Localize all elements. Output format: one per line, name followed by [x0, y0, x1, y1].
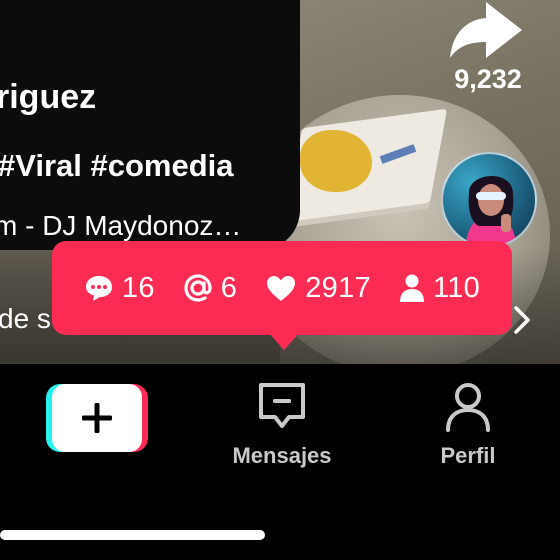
avatar-image — [465, 175, 517, 246]
stat-likes: 2917 — [265, 272, 371, 305]
create-video-button[interactable] — [46, 384, 148, 452]
nav-tab-mensajes[interactable]: Mensajes — [222, 380, 342, 469]
heart-icon — [267, 276, 296, 301]
stats-tooltip: 16 6 2917 110 — [52, 241, 512, 335]
creator-avatar[interactable] — [441, 152, 537, 248]
video-author-username[interactable]: riguez — [0, 78, 96, 117]
share-arrow-icon[interactable] — [448, 0, 524, 62]
stat-followers-value: 110 — [432, 271, 481, 304]
profile-icon — [446, 383, 490, 432]
video-flower-shape — [330, 150, 370, 186]
person-icon — [399, 274, 424, 302]
share-count: 9,232 — [454, 64, 522, 94]
nav-tab-mensajes-label: Mensajes — [232, 443, 332, 468]
stat-followers: 110 — [399, 272, 480, 305]
plus-icon — [52, 384, 142, 452]
inbox-icon — [259, 383, 305, 428]
nav-tab-perfil[interactable]: Perfil — [408, 380, 528, 469]
home-indicator-bar[interactable] — [0, 530, 265, 540]
tooltip-pointer — [268, 332, 300, 350]
nav-tab-perfil-label: Perfil — [440, 443, 496, 468]
stat-likes-value: 2917 — [305, 271, 371, 304]
video-music-title[interactable]: m - DJ Maydonoz… — [0, 210, 241, 242]
comment-icon — [85, 276, 112, 301]
video-hashtags[interactable]: #Viral #comedia — [0, 148, 234, 184]
stat-comments-value: 16 — [121, 271, 155, 304]
stat-mentions: 6 — [183, 272, 237, 305]
chevron-right-icon[interactable] — [510, 303, 534, 337]
stat-comments: 16 — [84, 272, 155, 305]
stat-mentions-value: 6 — [220, 271, 238, 304]
mention-icon — [184, 274, 212, 302]
